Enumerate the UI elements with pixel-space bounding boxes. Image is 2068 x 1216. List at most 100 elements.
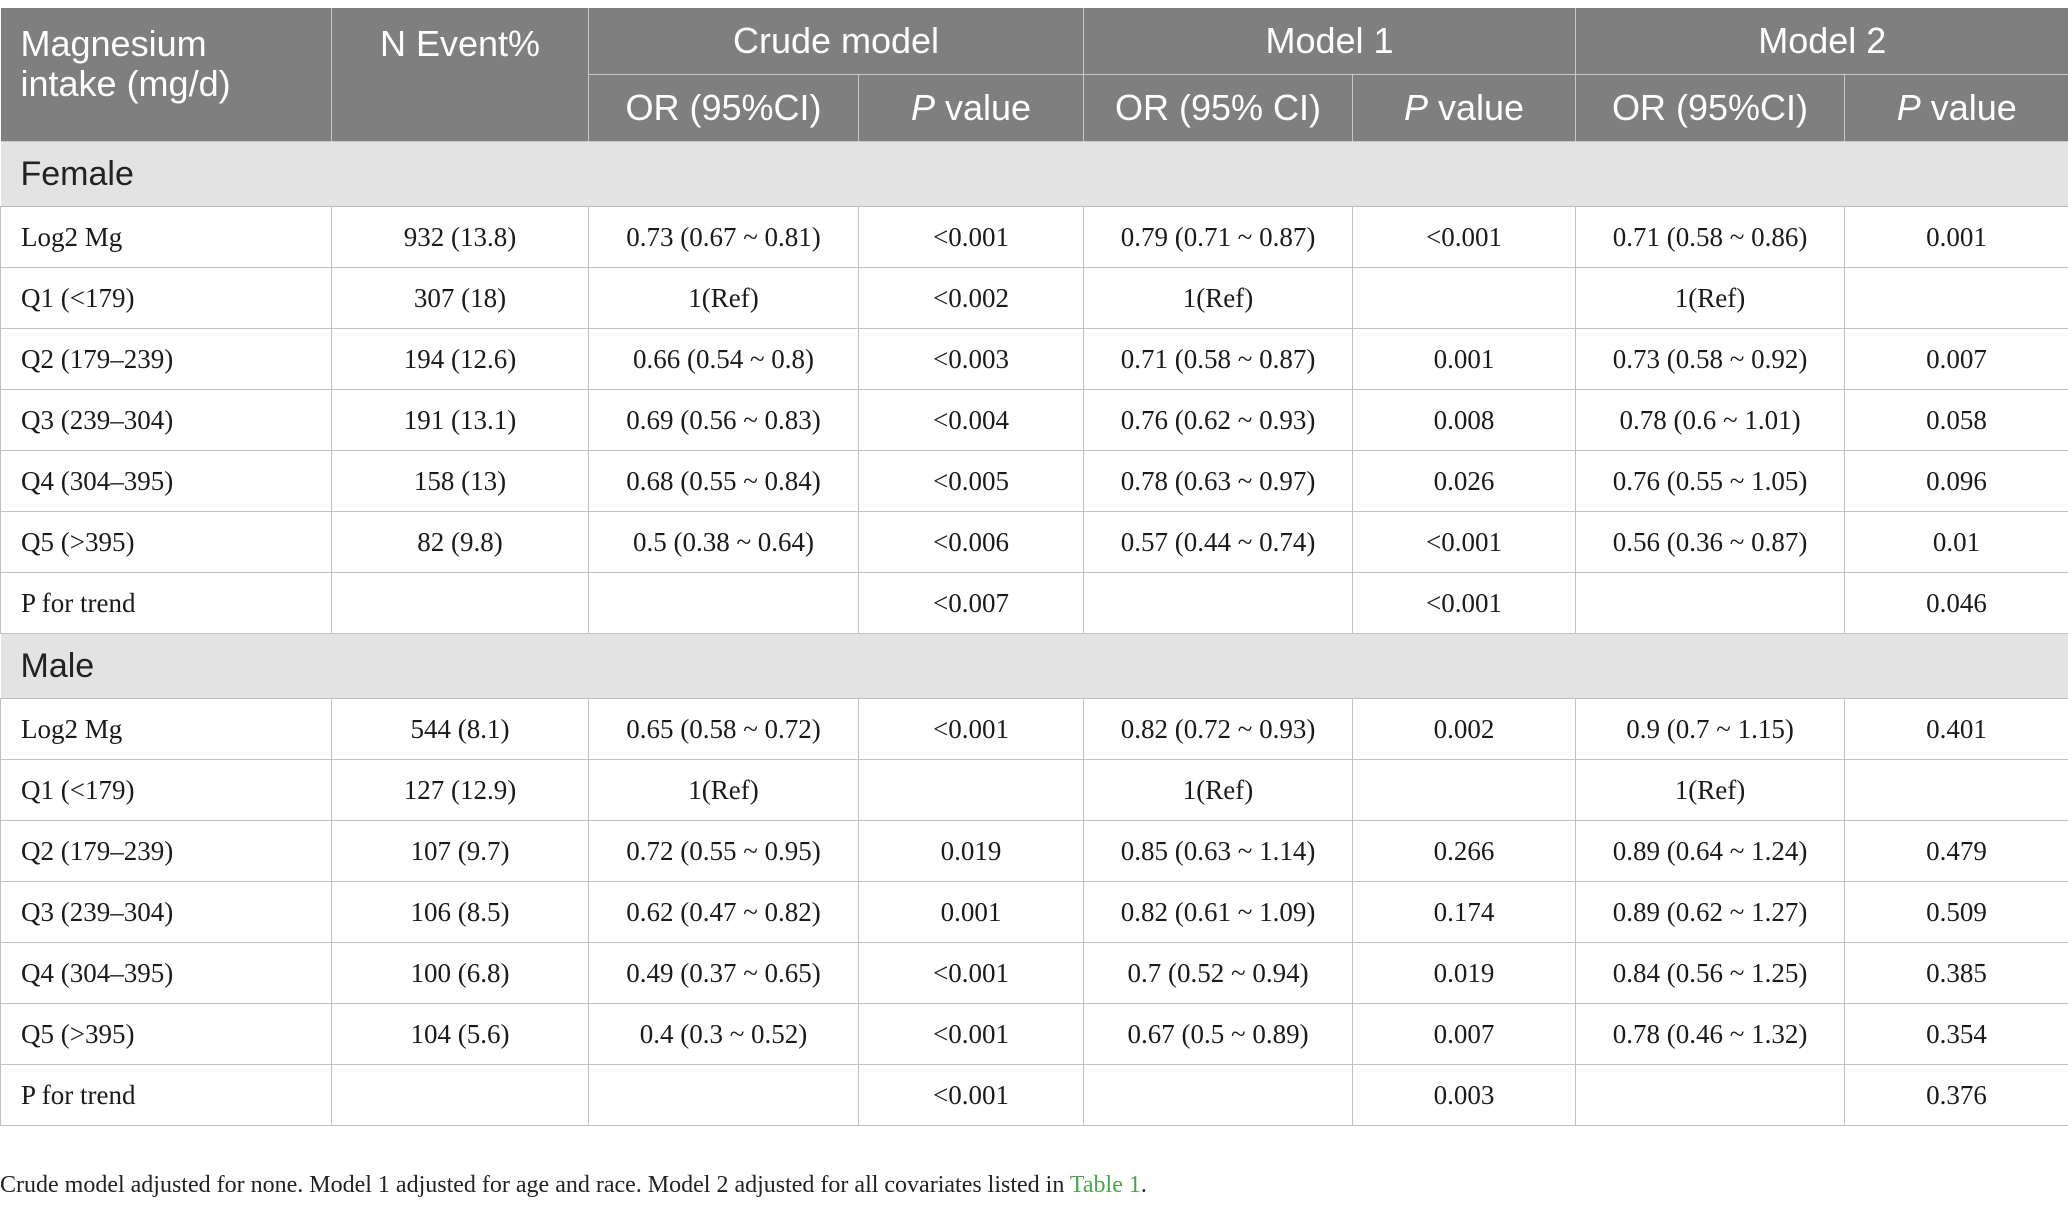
row-label: Q2 (179–239) — [0, 328, 332, 390]
table-cell: 0.7 (0.52 ~ 0.94) — [1083, 942, 1354, 1004]
table-cell: 0.007 — [1352, 1003, 1577, 1065]
table-cell: 0.008 — [1352, 389, 1577, 451]
table-cell: 82 (9.8) — [331, 511, 589, 573]
table-cell: 0.76 (0.62 ~ 0.93) — [1083, 389, 1354, 451]
table-cell — [331, 1064, 589, 1126]
table-cell: 0.4 (0.3 ~ 0.52) — [588, 1003, 859, 1065]
table-cell — [1844, 759, 2068, 821]
table-row: P for trend <0.001 0.003 0.376 — [0, 1064, 2068, 1126]
table-row: Log2 Mg 932 (13.8) 0.73 (0.67 ~ 0.81) <0.00… — [0, 206, 2068, 268]
table-cell: <0.001 — [857, 206, 1085, 268]
table-cell: 0.62 (0.47 ~ 0.82) — [588, 881, 859, 943]
table-row: Log2 Mg 544 (8.1) 0.65 (0.58 ~ 0.72) <0.001… — [0, 698, 2068, 760]
table-cell: 0.5 (0.38 ~ 0.64) — [588, 511, 859, 573]
row-label: Q3 (239–304) — [0, 881, 332, 943]
table-row: Q4 (304–395) 158 (13) 0.68 (0.55 ~ 0.84) <0… — [0, 450, 2068, 512]
table-cell: 0.385 — [1844, 942, 2068, 1004]
header-magnesium-intake: Magnesium intake (mg/d) — [0, 8, 332, 142]
row-label: P for trend — [0, 1064, 332, 1126]
table-cell: 0.71 (0.58 ~ 0.87) — [1083, 328, 1354, 390]
table-cell: <0.001 — [857, 942, 1085, 1004]
table-cell: 191 (13.1) — [331, 389, 589, 451]
footnote-end: . — [1140, 1172, 1147, 1198]
table-cell — [588, 1064, 859, 1126]
table-cell: 0.66 (0.54 ~ 0.8) — [588, 328, 859, 390]
row-label: Q5 (>395) — [0, 1003, 332, 1065]
row-label: Q5 (>395) — [0, 511, 332, 573]
header-p-model2: P value — [1844, 74, 2068, 142]
table-cell: 0.354 — [1844, 1003, 2068, 1065]
table-cell: 0.76 (0.55 ~ 1.05) — [1575, 450, 1846, 512]
table-cell: 127 (12.9) — [331, 759, 589, 821]
section-row: Male — [0, 633, 2068, 699]
table-cell — [331, 572, 589, 634]
table-body: Female Log2 Mg 932 (13.8) 0.73 (0.67 ~ 0.81… — [0, 141, 2068, 1126]
table-cell: 0.019 — [857, 820, 1085, 882]
row-label: Q4 (304–395) — [0, 942, 332, 1004]
table-cell: 0.003 — [1352, 1064, 1577, 1126]
row-label: Q1 (<179) — [0, 267, 332, 329]
table-cell: 0.001 — [1352, 328, 1577, 390]
table-cell: 0.9 (0.7 ~ 1.15) — [1575, 698, 1846, 760]
table-cell: <0.006 — [857, 511, 1085, 573]
table-cell: 0.058 — [1844, 389, 2068, 451]
table-1-link[interactable]: Table 1 — [1070, 1172, 1141, 1198]
row-label: Q3 (239–304) — [0, 389, 332, 451]
header-p-model1: P value — [1352, 74, 1577, 142]
footnote: Crude model adjusted for none. Model 1 a… — [0, 1172, 1147, 1199]
table-cell: 0.026 — [1352, 450, 1577, 512]
table-cell: 0.096 — [1844, 450, 2068, 512]
row-label: Q1 (<179) — [0, 759, 332, 821]
p-rest: value — [1427, 87, 1525, 128]
table-header: Magnesium intake (mg/d) N Event% Crude m… — [0, 8, 2068, 142]
table-row: Q2 (179–239) 107 (9.7) 0.72 (0.55 ~ 0.95) 0… — [0, 820, 2068, 882]
section-row: Female — [0, 141, 2068, 207]
row-label: Log2 Mg — [0, 698, 332, 760]
table-cell: 1(Ref) — [1575, 267, 1846, 329]
table-cell: 0.001 — [857, 881, 1085, 943]
table-cell: 0.73 (0.58 ~ 0.92) — [1575, 328, 1846, 390]
table-cell — [1083, 1064, 1354, 1126]
table-cell: 0.001 — [1844, 206, 2068, 268]
header-or-model1: OR (95% CI) — [1083, 74, 1354, 142]
header-p-crude: P value — [858, 74, 1085, 142]
table-cell: 0.69 (0.56 ~ 0.83) — [588, 389, 859, 451]
table-cell: 0.401 — [1844, 698, 2068, 760]
table-row: Q5 (>395) 104 (5.6) 0.4 (0.3 ~ 0.52) <0.001… — [0, 1003, 2068, 1065]
table-cell: <0.001 — [1352, 206, 1577, 268]
table-cell: 0.78 (0.46 ~ 1.32) — [1575, 1003, 1846, 1065]
table-cell: <0.001 — [1352, 511, 1577, 573]
table-cell — [588, 572, 859, 634]
header-or-crude: OR (95%CI) — [588, 74, 859, 142]
table-cell: 0.89 (0.62 ~ 1.27) — [1575, 881, 1846, 943]
magnesium-or-table: Magnesium intake (mg/d) N Event% Crude m… — [0, 8, 2068, 1126]
table-cell — [1083, 572, 1354, 634]
table-container: Magnesium intake (mg/d) N Event% Crude m… — [0, 8, 2068, 1126]
table-cell: 0.49 (0.37 ~ 0.65) — [588, 942, 859, 1004]
table-cell: 932 (13.8) — [331, 206, 589, 268]
table-cell: 1(Ref) — [588, 267, 859, 329]
table-cell: <0.004 — [857, 389, 1085, 451]
p-italic: P — [910, 87, 935, 128]
table-cell: 0.046 — [1844, 572, 2068, 634]
p-rest: value — [934, 87, 1032, 128]
table-cell: 0.019 — [1352, 942, 1577, 1004]
table-cell: 1(Ref) — [1083, 759, 1354, 821]
table-cell: 107 (9.7) — [331, 820, 589, 882]
table-cell: <0.001 — [1352, 572, 1577, 634]
table-cell: <0.002 — [857, 267, 1085, 329]
table-cell — [1575, 572, 1846, 634]
table-cell: 1(Ref) — [1083, 267, 1354, 329]
table-cell: 0.01 — [1844, 511, 2068, 573]
section-title: Female — [0, 141, 2068, 207]
table-cell: 0.56 (0.36 ~ 0.87) — [1575, 511, 1846, 573]
table-cell: <0.005 — [857, 450, 1085, 512]
table-cell: 0.85 (0.63 ~ 1.14) — [1083, 820, 1354, 882]
table-cell: 0.73 (0.67 ~ 0.81) — [588, 206, 859, 268]
table-cell: 0.79 (0.71 ~ 0.87) — [1083, 206, 1354, 268]
row-label: Q2 (179–239) — [0, 820, 332, 882]
table-cell: 100 (6.8) — [331, 942, 589, 1004]
table-cell: 0.72 (0.55 ~ 0.95) — [588, 820, 859, 882]
table-row: Q3 (239–304) 191 (13.1) 0.69 (0.56 ~ 0.83)… — [0, 389, 2068, 451]
row-label: P for trend — [0, 572, 332, 634]
